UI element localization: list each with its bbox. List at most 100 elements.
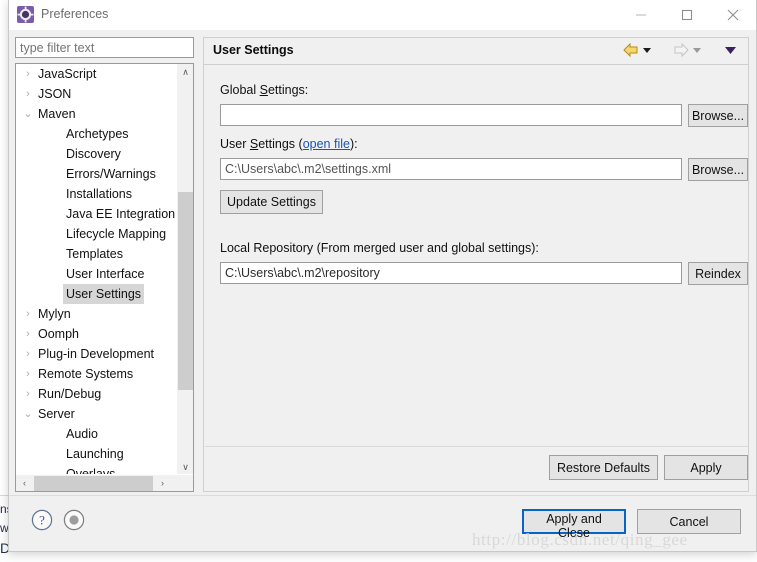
chevron-right-icon[interactable]: › — [22, 324, 34, 344]
back-arrow-icon[interactable] — [622, 42, 640, 60]
global-settings-browse-button[interactable]: Browse... — [688, 104, 748, 127]
dialog-titlebar: Preferences — [9, 0, 756, 30]
global-settings-label: Global Settings: — [220, 83, 308, 97]
global-settings-label-pre: Global — [220, 83, 260, 97]
tree-item-run-debug[interactable]: › Run/Debug — [16, 384, 177, 404]
tree-hscroll-thumb[interactable] — [34, 476, 153, 491]
help-question-icon[interactable]: ? — [31, 509, 53, 531]
global-settings-label-mnemonic: S — [259, 83, 268, 97]
global-settings-label-post: ettings: — [267, 83, 309, 97]
tree-item-errors-warnings[interactable]: Errors/Warnings — [16, 164, 177, 184]
cancel-button[interactable]: Cancel — [637, 509, 741, 534]
page-title: User Settings — [213, 43, 294, 57]
tree-item-templates[interactable]: Templates — [16, 244, 177, 264]
reindex-button[interactable]: Reindex — [688, 262, 748, 285]
tree-item-java-ee-integration[interactable]: Java EE Integration — [16, 204, 177, 224]
dialog-body: › JavaScript › JSON ⌄ Maven Archetypes Discover… — [9, 30, 756, 495]
tree-item-label: Launching — [66, 447, 124, 461]
tree-item-label: Archetypes — [66, 127, 129, 141]
preferences-dialog: Preferences › JavaScript › JSON ⌄ Maven Archet… — [8, 0, 757, 552]
chevron-right-icon[interactable]: › — [22, 364, 34, 384]
tree-item-launching[interactable]: Launching — [16, 444, 177, 464]
tree-item-archetypes[interactable]: Archetypes — [16, 124, 177, 144]
tree-item-user-interface[interactable]: User Interface — [16, 264, 177, 284]
scroll-right-icon[interactable]: › — [154, 475, 171, 491]
scroll-up-icon[interactable]: ∧ — [177, 64, 193, 81]
user-settings-label-pre: User — [220, 137, 250, 151]
tree-item-mylyn[interactable]: › Mylyn — [16, 304, 177, 324]
chevron-right-icon[interactable]: › — [22, 384, 34, 404]
local-repository-input[interactable] — [220, 262, 682, 284]
restore-defaults-button[interactable]: Restore Defaults — [549, 455, 658, 480]
tree-item-label: Discovery — [66, 147, 121, 161]
svg-text:?: ? — [39, 513, 45, 528]
user-settings-label-mnemonic: S — [249, 137, 259, 151]
apply-button[interactable]: Apply — [664, 455, 748, 480]
preferences-gear-icon — [17, 6, 34, 23]
dialog-title: Preferences — [41, 7, 109, 21]
tree-item-remote-systems[interactable]: › Remote Systems — [16, 364, 177, 384]
tree-item-label: JSON — [38, 87, 72, 101]
tree-item-label: Server — [38, 407, 75, 421]
minimize-button[interactable] — [618, 0, 664, 29]
user-settings-browse-button[interactable]: Browse... — [688, 158, 748, 181]
user-settings-label-mid: ettings ( — [258, 137, 303, 151]
preferences-tree-column: › JavaScript › JSON ⌄ Maven Archetypes Discover… — [15, 37, 196, 492]
preferences-tree-viewport: › JavaScript › JSON ⌄ Maven Archetypes Discover… — [16, 64, 177, 476]
tips-circle-icon[interactable] — [63, 509, 85, 531]
tree-item-oomph[interactable]: › Oomph — [16, 324, 177, 344]
tree-item-lifecycle-mapping[interactable]: Lifecycle Mapping — [16, 224, 177, 244]
user-settings-label: User Settings (open file): — [220, 137, 358, 151]
update-settings-button[interactable]: Update Settings — [220, 190, 323, 214]
user-settings-input[interactable] — [220, 158, 682, 180]
tree-horizontal-scrollbar[interactable]: ‹ › — [16, 474, 193, 491]
tree-item-label: Errors/Warnings — [66, 167, 156, 181]
forward-history-dropdown-icon — [692, 42, 706, 60]
tree-item-label: Templates — [66, 247, 123, 261]
tree-item-label: JavaScript — [38, 67, 97, 81]
tree-item-discovery[interactable]: Discovery — [16, 144, 177, 164]
scroll-left-icon[interactable]: ‹ — [16, 475, 33, 491]
preferences-tree[interactable]: › JavaScript › JSON ⌄ Maven Archetypes Discover… — [15, 63, 194, 492]
tree-item-label: Run/Debug — [38, 387, 102, 401]
tree-item-label: User Settings — [63, 284, 145, 304]
apply-and-close-button[interactable]: Apply and Close — [522, 509, 626, 540]
tree-item-label: Mylyn — [38, 307, 71, 321]
chevron-right-icon[interactable]: › — [22, 344, 34, 364]
open-file-link[interactable]: open file — [303, 137, 350, 151]
local-repository-label: Local Repository (From merged user and g… — [220, 241, 539, 255]
user-settings-label-post: ): — [349, 137, 358, 151]
tree-item-installations[interactable]: Installations — [16, 184, 177, 204]
tree-item-label: Maven — [38, 107, 76, 121]
filter-input[interactable] — [15, 37, 194, 58]
tree-item-label: User Interface — [66, 267, 145, 281]
tree-item-user-settings[interactable]: User Settings — [16, 284, 177, 304]
tree-item-label: Oomph — [38, 327, 79, 341]
tree-item-server[interactable]: ⌄ Server — [16, 404, 177, 424]
back-history-dropdown-icon[interactable] — [642, 42, 656, 60]
forward-arrow-icon — [672, 42, 690, 60]
tree-item-label: Lifecycle Mapping — [66, 227, 167, 241]
tree-item-maven[interactable]: ⌄ Maven — [16, 104, 177, 124]
tree-item-audio[interactable]: Audio — [16, 424, 177, 444]
view-menu-dropdown-icon[interactable] — [724, 42, 740, 60]
tree-item-json[interactable]: › JSON — [16, 84, 177, 104]
maximize-button[interactable] — [664, 0, 710, 29]
settings-content-panel: User Settings Global Settings: Browse...… — [203, 37, 749, 492]
tree-vscroll-thumb[interactable] — [178, 192, 193, 390]
chevron-down-icon[interactable]: ⌄ — [22, 104, 34, 124]
tree-item-label: Audio — [66, 427, 98, 441]
tree-item-label: Java EE Integration — [66, 207, 176, 221]
tree-item-javascript[interactable]: › JavaScript — [16, 64, 177, 84]
global-settings-input[interactable] — [220, 104, 682, 126]
close-button[interactable] — [710, 0, 756, 29]
chevron-down-icon[interactable]: ⌄ — [22, 404, 34, 424]
chevron-right-icon[interactable]: › — [22, 304, 34, 324]
content-separator — [205, 446, 749, 447]
tree-item-label: Remote Systems — [38, 367, 134, 381]
chevron-right-icon[interactable]: › — [22, 84, 34, 104]
content-header: User Settings — [204, 38, 748, 65]
tree-item-plug-in-development[interactable]: › Plug-in Development — [16, 344, 177, 364]
tree-vertical-scrollbar[interactable]: ∧ ∨ — [176, 64, 193, 476]
chevron-right-icon[interactable]: › — [22, 64, 34, 84]
